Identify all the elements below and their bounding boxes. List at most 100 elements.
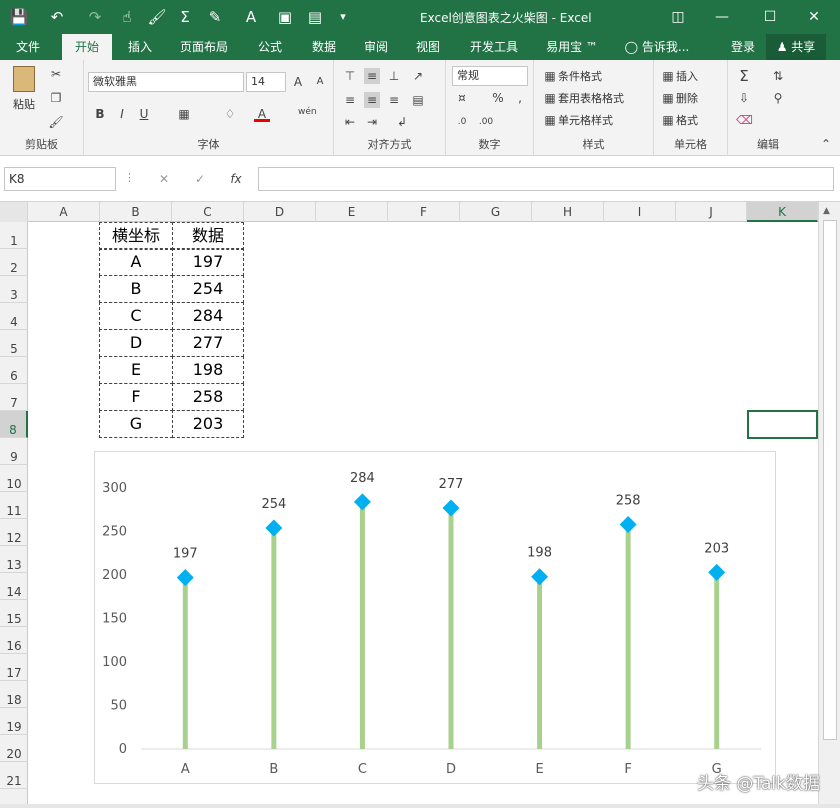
table-cell-category[interactable]: F [99, 383, 173, 411]
table-cell-value[interactable]: 254 [172, 275, 244, 303]
selected-cell[interactable] [747, 410, 818, 439]
cancel-icon[interactable]: ✕ [156, 171, 172, 187]
row-header-16[interactable]: 16 [0, 627, 28, 654]
decrease-font-icon[interactable]: A [312, 74, 328, 90]
cell-styles-button[interactable]: ▦ 单元格样式 [542, 112, 613, 128]
picture-icon[interactable]: ▣ [274, 6, 296, 28]
fill-color-icon[interactable]: ♢ [222, 106, 238, 122]
phonetic-icon[interactable]: wén [298, 104, 317, 120]
row-header-13[interactable]: 13 [0, 546, 28, 573]
tell-me[interactable]: ◯ 告诉我... [620, 34, 694, 60]
table-header-cell[interactable]: 数据 [172, 222, 244, 250]
align-top-icon[interactable]: ⊤ [342, 68, 358, 84]
row-header-12[interactable]: 12 [0, 519, 28, 546]
tab-home[interactable]: 开始 [62, 34, 112, 60]
row-header-4[interactable]: 4 [0, 303, 28, 330]
column-header-e[interactable]: E [316, 202, 388, 222]
row-header-9[interactable]: 9 [0, 438, 28, 465]
column-header-d[interactable]: D [244, 202, 316, 222]
row-header-10[interactable]: 10 [0, 465, 28, 492]
row-header-7[interactable]: 7 [0, 384, 28, 411]
tab-review[interactable]: 审阅 [354, 34, 398, 60]
column-header-h[interactable]: H [532, 202, 604, 222]
column-header-f[interactable]: F [388, 202, 460, 222]
row-header-2[interactable]: 2 [0, 249, 28, 276]
decrease-decimal-icon[interactable]: .00 [478, 114, 494, 130]
sort-filter-icon[interactable]: ⇅ [770, 68, 786, 84]
fill-icon[interactable]: ⇩ [736, 90, 752, 106]
row-header-15[interactable]: 15 [0, 600, 28, 627]
increase-font-icon[interactable]: A [290, 74, 306, 90]
tab-page-layout[interactable]: 页面布局 [172, 34, 236, 60]
scroll-thumb[interactable] [823, 220, 837, 740]
row-header-1[interactable]: 1 [0, 222, 28, 249]
table-cell-value[interactable]: 203 [172, 410, 244, 438]
format-painter-icon[interactable]: 🖌 [48, 114, 64, 130]
align-center-icon[interactable]: ≡ [364, 92, 380, 108]
table-cell-category[interactable]: G [99, 410, 173, 438]
close-icon[interactable]: ✕ [800, 5, 828, 29]
table-cell-value[interactable]: 277 [172, 329, 244, 357]
font-color-icon[interactable]: A [254, 106, 270, 122]
collapse-ribbon-icon[interactable]: ⌃ [818, 136, 834, 152]
table-cell-category[interactable]: E [99, 356, 173, 384]
column-header-b[interactable]: B [100, 202, 172, 222]
italic-button[interactable]: I [114, 106, 130, 122]
table-cell-category[interactable]: B [99, 275, 173, 303]
share-button[interactable]: ♟ 共享 [766, 34, 826, 60]
maximize-icon[interactable]: ☐ [756, 5, 784, 29]
row-header-6[interactable]: 6 [0, 357, 28, 384]
tab-file[interactable]: 文件 [6, 34, 50, 60]
tab-insert[interactable]: 插入 [118, 34, 162, 60]
row-header-18[interactable]: 18 [0, 681, 28, 708]
table-cell-value[interactable]: 198 [172, 356, 244, 384]
login-link[interactable]: 登录 [726, 34, 760, 60]
chart-icon[interactable]: ▤ [304, 6, 326, 28]
tab-developer[interactable]: 开发工具 [462, 34, 526, 60]
redo-icon[interactable]: ↷ [84, 6, 106, 28]
underline-button[interactable]: U [136, 106, 152, 122]
percent-button[interactable]: % [490, 90, 506, 106]
row-header-3[interactable]: 3 [0, 276, 28, 303]
column-header-k[interactable]: K [747, 202, 818, 222]
customize-qat-icon[interactable]: ▾ [332, 6, 354, 28]
tab-easyuse[interactable]: 易用宝 ™ [540, 34, 604, 60]
undo-icon[interactable]: ↶ [46, 6, 68, 28]
format-as-table-button[interactable]: ▦ 套用表格格式 [542, 90, 624, 106]
table-cell-value[interactable]: 197 [172, 248, 244, 276]
minimize-icon[interactable]: — [708, 5, 736, 29]
align-left-icon[interactable]: ≡ [342, 92, 358, 108]
orientation-icon[interactable]: ↗ [410, 68, 426, 84]
row-header-20[interactable]: 20 [0, 735, 28, 762]
row-header-19[interactable]: 19 [0, 708, 28, 735]
row-header-8[interactable]: 8 [0, 411, 28, 438]
table-header-cell[interactable]: 横坐标 [99, 222, 173, 250]
format-cells-button[interactable]: ▦ 格式 [660, 112, 698, 128]
cut-icon[interactable]: ✂ [48, 66, 64, 82]
tab-data[interactable]: 数据 [302, 34, 346, 60]
increase-indent-icon[interactable]: ⇥ [364, 114, 380, 130]
insert-function-icon[interactable]: fx [228, 171, 244, 187]
table-cell-category[interactable]: A [99, 248, 173, 276]
copy-icon[interactable]: ❐ [48, 90, 64, 106]
font-size-select[interactable]: 14 [246, 72, 286, 92]
name-box[interactable]: K8 [4, 167, 116, 191]
decrease-indent-icon[interactable]: ⇤ [342, 114, 358, 130]
delete-cells-button[interactable]: ▦ 删除 [660, 90, 698, 106]
row-header-21[interactable]: 21 [0, 762, 28, 789]
autosum-icon[interactable]: Σ [736, 68, 752, 84]
number-format-select[interactable]: 常规 [452, 66, 528, 86]
save-icon[interactable]: 💾 [8, 6, 30, 28]
formula-input[interactable] [258, 167, 834, 191]
vertical-scrollbar[interactable]: ▲ [818, 202, 840, 804]
column-header-a[interactable]: A [28, 202, 100, 222]
paste-button[interactable]: 粘贴 [8, 66, 40, 112]
align-middle-icon[interactable]: ≡ [364, 68, 380, 84]
insert-cells-button[interactable]: ▦ 插入 [660, 68, 698, 84]
lollipop-chart[interactable]: 0 50 100 150 200 250 300 197 A 254 B 284 C 277 D 198 E 25… [94, 451, 776, 784]
clear-icon[interactable]: ⌫ [736, 112, 753, 128]
increase-decimal-icon[interactable]: .0 [454, 114, 470, 130]
align-right-icon[interactable]: ≡ [386, 92, 402, 108]
table-cell-category[interactable]: D [99, 329, 173, 357]
select-all-corner[interactable] [0, 202, 28, 222]
